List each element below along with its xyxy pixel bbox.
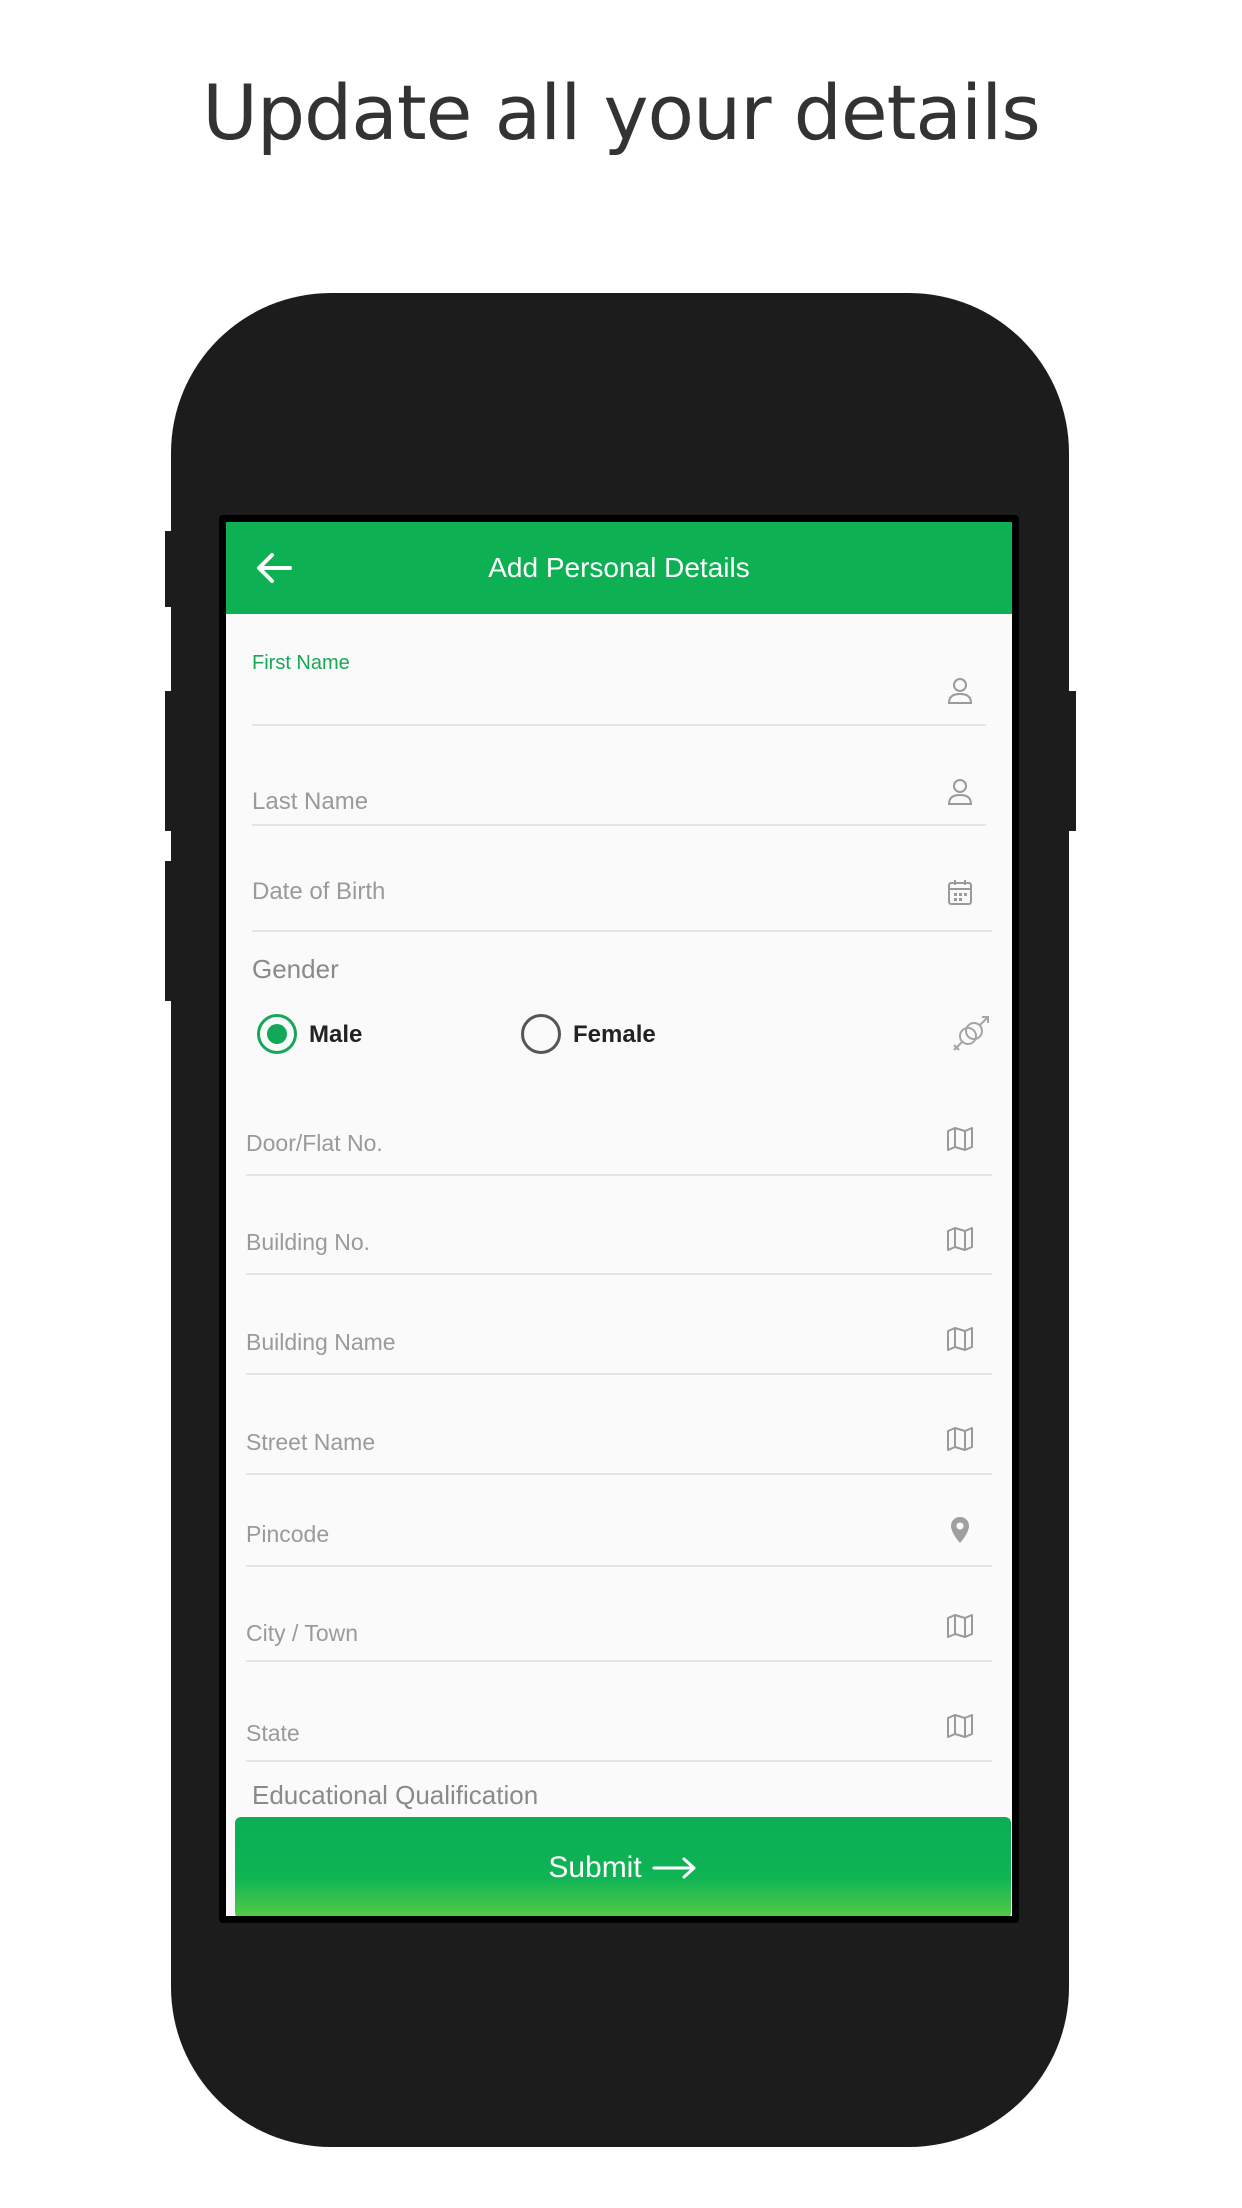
map-icon xyxy=(947,1327,973,1351)
last-name-placeholder: Last Name xyxy=(252,788,369,815)
building-name-field[interactable]: Building Name xyxy=(226,1277,1012,1377)
educational-qualification-label: Educational Qualification xyxy=(252,1780,539,1810)
promo-headline: Update all your details xyxy=(202,68,1041,157)
date-of-birth-placeholder: Date of Birth xyxy=(252,878,386,905)
state-field[interactable]: State xyxy=(226,1672,1012,1762)
location-pin-icon xyxy=(951,1517,969,1543)
gender-icon xyxy=(953,1016,989,1051)
door-flat-placeholder: Door/Flat No. xyxy=(246,1130,383,1156)
submit-label: Submit xyxy=(548,1851,642,1884)
gender-female-label[interactable]: Female xyxy=(573,1021,656,1049)
phone-side-button-power xyxy=(1067,691,1076,831)
city-town-placeholder: City / Town xyxy=(246,1620,359,1646)
person-icon xyxy=(947,678,973,704)
arrow-right-icon xyxy=(652,1857,696,1879)
building-name-placeholder: Building Name xyxy=(246,1329,396,1355)
map-icon xyxy=(947,1427,973,1451)
map-icon xyxy=(947,1127,973,1151)
last-name-field[interactable]: Last Name xyxy=(226,732,1012,832)
state-placeholder: State xyxy=(246,1720,300,1746)
map-icon xyxy=(947,1714,973,1738)
phone-side-button-volume-down xyxy=(165,861,173,1001)
calendar-icon xyxy=(948,880,972,905)
date-of-birth-field[interactable]: Date of Birth xyxy=(226,832,1012,932)
gender-title: Gender xyxy=(252,954,339,984)
submit-button[interactable]: Submit xyxy=(235,1817,1011,1916)
city-town-field[interactable]: City / Town xyxy=(226,1572,1012,1672)
first-name-field[interactable] xyxy=(226,522,1012,732)
street-name-placeholder: Street Name xyxy=(246,1429,376,1455)
door-flat-field[interactable]: Door/Flat No. xyxy=(226,1077,1012,1177)
phone-side-button-volume-up xyxy=(165,691,173,831)
pincode-placeholder: Pincode xyxy=(246,1521,330,1547)
gender-male-radio[interactable] xyxy=(257,1014,297,1054)
building-no-field[interactable]: Building No. xyxy=(226,1177,1012,1277)
phone-side-button-silent xyxy=(165,531,173,607)
street-name-field[interactable]: Street Name xyxy=(226,1377,1012,1477)
app-screen: Add Personal Details First Name Last Nam… xyxy=(226,522,1012,1916)
gender-female-radio[interactable] xyxy=(521,1014,561,1054)
building-no-placeholder: Building No. xyxy=(246,1229,371,1255)
gender-male-label[interactable]: Male xyxy=(309,1021,362,1049)
phone-screen: Add Personal Details First Name Last Nam… xyxy=(219,515,1019,1923)
map-icon xyxy=(947,1614,973,1638)
map-icon xyxy=(947,1227,973,1251)
person-icon xyxy=(947,779,973,805)
pincode-field[interactable]: Pincode xyxy=(226,1477,1012,1572)
